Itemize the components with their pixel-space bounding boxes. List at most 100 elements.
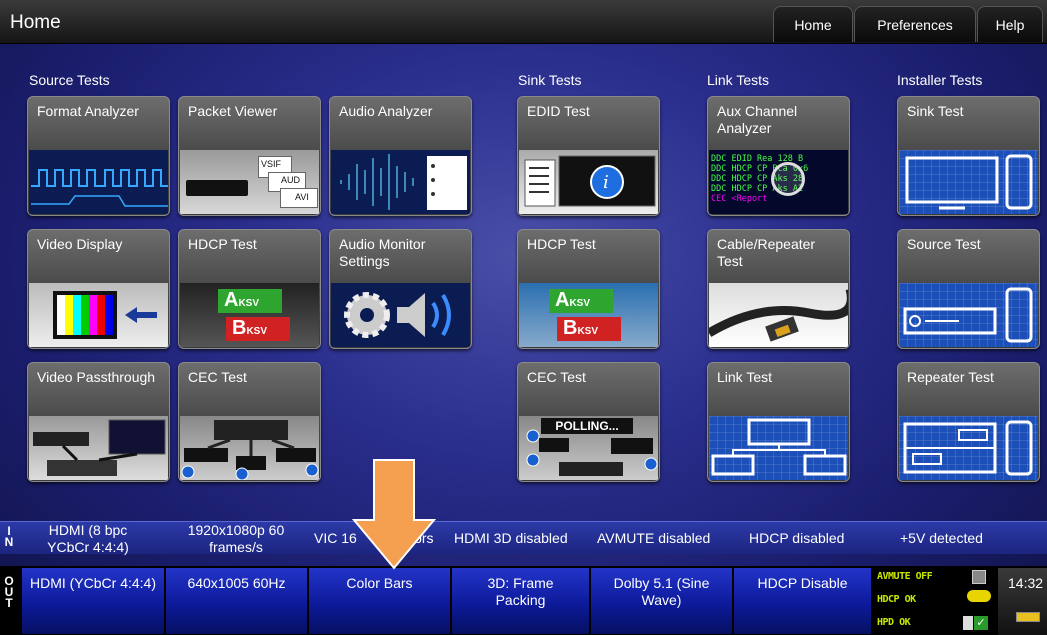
ksv-letter: B — [232, 317, 247, 339]
tab-help[interactable]: Help — [977, 6, 1043, 42]
ksv-letter: A — [224, 289, 239, 311]
out-letter: T — [5, 596, 13, 610]
magnifier-icon — [771, 162, 805, 196]
tile-packet-viewer[interactable]: Packet Viewer VSIF AUD AVI — [178, 96, 321, 216]
ksv-a-badge: AKSV — [218, 289, 282, 313]
section-sink-tests: Sink Tests — [518, 72, 582, 88]
battery-icon — [1016, 612, 1040, 622]
tile-label: Source Test — [907, 236, 981, 252]
clock: 14:32 — [998, 568, 1047, 635]
out-label: O U T — [4, 575, 14, 610]
tab-preferences[interactable]: Preferences — [854, 6, 976, 42]
in-3d-status[interactable]: HDMI 3D disabled — [454, 530, 590, 547]
input-status-bar: I N HDMI (8 bpc YCbCr 4:4:4) 1920x1080p … — [0, 521, 1047, 556]
tile-label: Packet Viewer — [188, 103, 278, 119]
in-avmute-status[interactable]: AVMUTE disabled — [597, 530, 733, 547]
tile-label: Video Passthrough — [37, 369, 156, 385]
in-signal-format[interactable]: HDMI (8 bpc YCbCr 4:4:4) — [28, 522, 148, 556]
tile-label: CEC Test — [527, 369, 586, 385]
tile-label: Link Test — [717, 369, 772, 385]
ksv-sub: KSV — [246, 326, 268, 337]
tile-label: HDCP Test — [527, 236, 596, 252]
out-signal-format[interactable]: HDMI (YCbCr 4:4:4) — [22, 568, 165, 634]
out-hdcp[interactable]: HDCP Disable — [734, 568, 872, 634]
in-label: I N — [4, 525, 14, 549]
ksv-letter: A — [555, 289, 570, 311]
tile-repeater-test[interactable]: Repeater Test — [897, 362, 1040, 482]
aux-line: DDC EDID Rea 128 B — [711, 154, 804, 164]
tile-label: Repeater Test — [907, 369, 994, 385]
hdcp-ksv-icon: AKSV BKSV — [180, 283, 319, 347]
tile-label: CEC Test — [188, 369, 247, 385]
tab-home[interactable]: Home — [773, 6, 853, 42]
tile-label: EDID Test — [527, 103, 590, 119]
cec-polling-icon: POLLING... — [519, 416, 658, 480]
section-link-tests: Link Tests — [707, 72, 769, 88]
edid-monitor-icon: i — [519, 150, 658, 214]
tile-label: Audio Monitor Settings — [339, 236, 426, 269]
packet-tag: AVI — [280, 188, 318, 208]
color-bars-icon — [29, 283, 168, 347]
ksv-b-badge: BKSV — [226, 317, 290, 341]
out-resolution[interactable]: 640x1005 60Hz — [166, 568, 308, 634]
hdcp-ksv-icon: AKSV B KSV — [519, 283, 658, 347]
clock-time: 14:32 — [1008, 575, 1044, 591]
hdcp-indicator: HDCP OK — [877, 594, 916, 605]
tile-label: Cable/Repeater Test — [717, 236, 816, 269]
tile-hdcp-test-sink[interactable]: HDCP Test AKSV B KSV — [517, 229, 660, 349]
tile-video-display[interactable]: Video Display — [27, 229, 170, 349]
passthrough-devices-icon — [29, 416, 168, 480]
in-resolution[interactable]: 1920x1080p 60 frames/s — [170, 522, 302, 556]
tile-label: Audio Analyzer — [339, 103, 433, 119]
tile-cec-test-source[interactable]: CEC Test — [178, 362, 321, 482]
ksv-letter: B — [563, 317, 578, 339]
tile-cec-test-sink[interactable]: CEC Test POLLING... — [517, 362, 660, 482]
tile-source-test[interactable]: Source Test — [897, 229, 1040, 349]
tile-cable-repeater-test[interactable]: Cable/Repeater Test — [707, 229, 850, 349]
aux-log-icon: DDC EDID Rea 128 B DDC HDCP CP Bca 0x6 D… — [709, 150, 848, 214]
section-source-tests: Source Tests — [29, 72, 110, 88]
player-device-icon — [186, 180, 248, 196]
tile-aux-channel-analyzer[interactable]: Aux Channel Analyzer DDC EDID Rea 128 B … — [707, 96, 850, 216]
gear-speaker-icon — [331, 283, 470, 347]
plug-icon — [963, 616, 973, 630]
in-5v-status[interactable]: +5V detected — [900, 530, 1010, 547]
out-3d-mode[interactable]: 3D: Frame Packing — [452, 568, 590, 634]
tile-link-test[interactable]: Link Test — [707, 362, 850, 482]
title-bar: Home Home Preferences Help — [0, 0, 1047, 44]
ksv-sub: KSV — [238, 298, 260, 309]
hdmi-cable-icon — [709, 283, 848, 347]
source-blueprint-icon — [899, 283, 1038, 347]
section-installer-tests: Installer Tests — [897, 72, 983, 88]
tile-audio-monitor-settings[interactable]: Audio Monitor Settings — [329, 229, 472, 349]
tile-format-analyzer[interactable]: Format Analyzer — [27, 96, 170, 216]
tile-audio-analyzer[interactable]: Audio Analyzer — [329, 96, 472, 216]
tile-edid-test[interactable]: EDID Test i — [517, 96, 660, 216]
page-title: Home — [10, 12, 61, 33]
sink-blueprint-icon — [899, 150, 1038, 214]
annotation-arrow-icon — [352, 459, 436, 570]
link-blueprint-icon — [709, 416, 848, 480]
tile-label: Format Analyzer — [37, 103, 139, 119]
hardware-status-panel: AVMUTE OFF HDCP OK HPD OK ✓ — [873, 568, 996, 635]
avmute-indicator: AVMUTE OFF — [877, 571, 933, 582]
key-icon — [967, 590, 991, 602]
tile-sink-test[interactable]: Sink Test — [897, 96, 1040, 216]
tile-video-passthrough[interactable]: Video Passthrough — [27, 362, 170, 482]
in-letter: N — [4, 535, 14, 549]
tile-label: HDCP Test — [188, 236, 257, 252]
ksv-a-badge: AKSV — [549, 289, 613, 313]
waveform-icon — [29, 150, 168, 214]
out-pattern[interactable]: Color Bars — [309, 568, 451, 634]
tile-label: Video Display — [37, 236, 123, 252]
ksv-sub: KSV — [569, 298, 591, 309]
out-audio[interactable]: Dolby 5.1 (Sine Wave) — [591, 568, 733, 634]
hpd-indicator: HPD OK — [877, 617, 911, 628]
monitor-icon — [972, 570, 986, 584]
tile-hdcp-test-source[interactable]: HDCP Test AKSV BKSV — [178, 229, 321, 349]
in-hdcp-status[interactable]: HDCP disabled — [749, 530, 869, 547]
repeater-blueprint-icon — [899, 416, 1038, 480]
svg-text:i: i — [603, 172, 609, 193]
check-icon: ✓ — [974, 616, 988, 630]
home-screen: Home Home Preferences Help Source Tests … — [0, 0, 1047, 635]
